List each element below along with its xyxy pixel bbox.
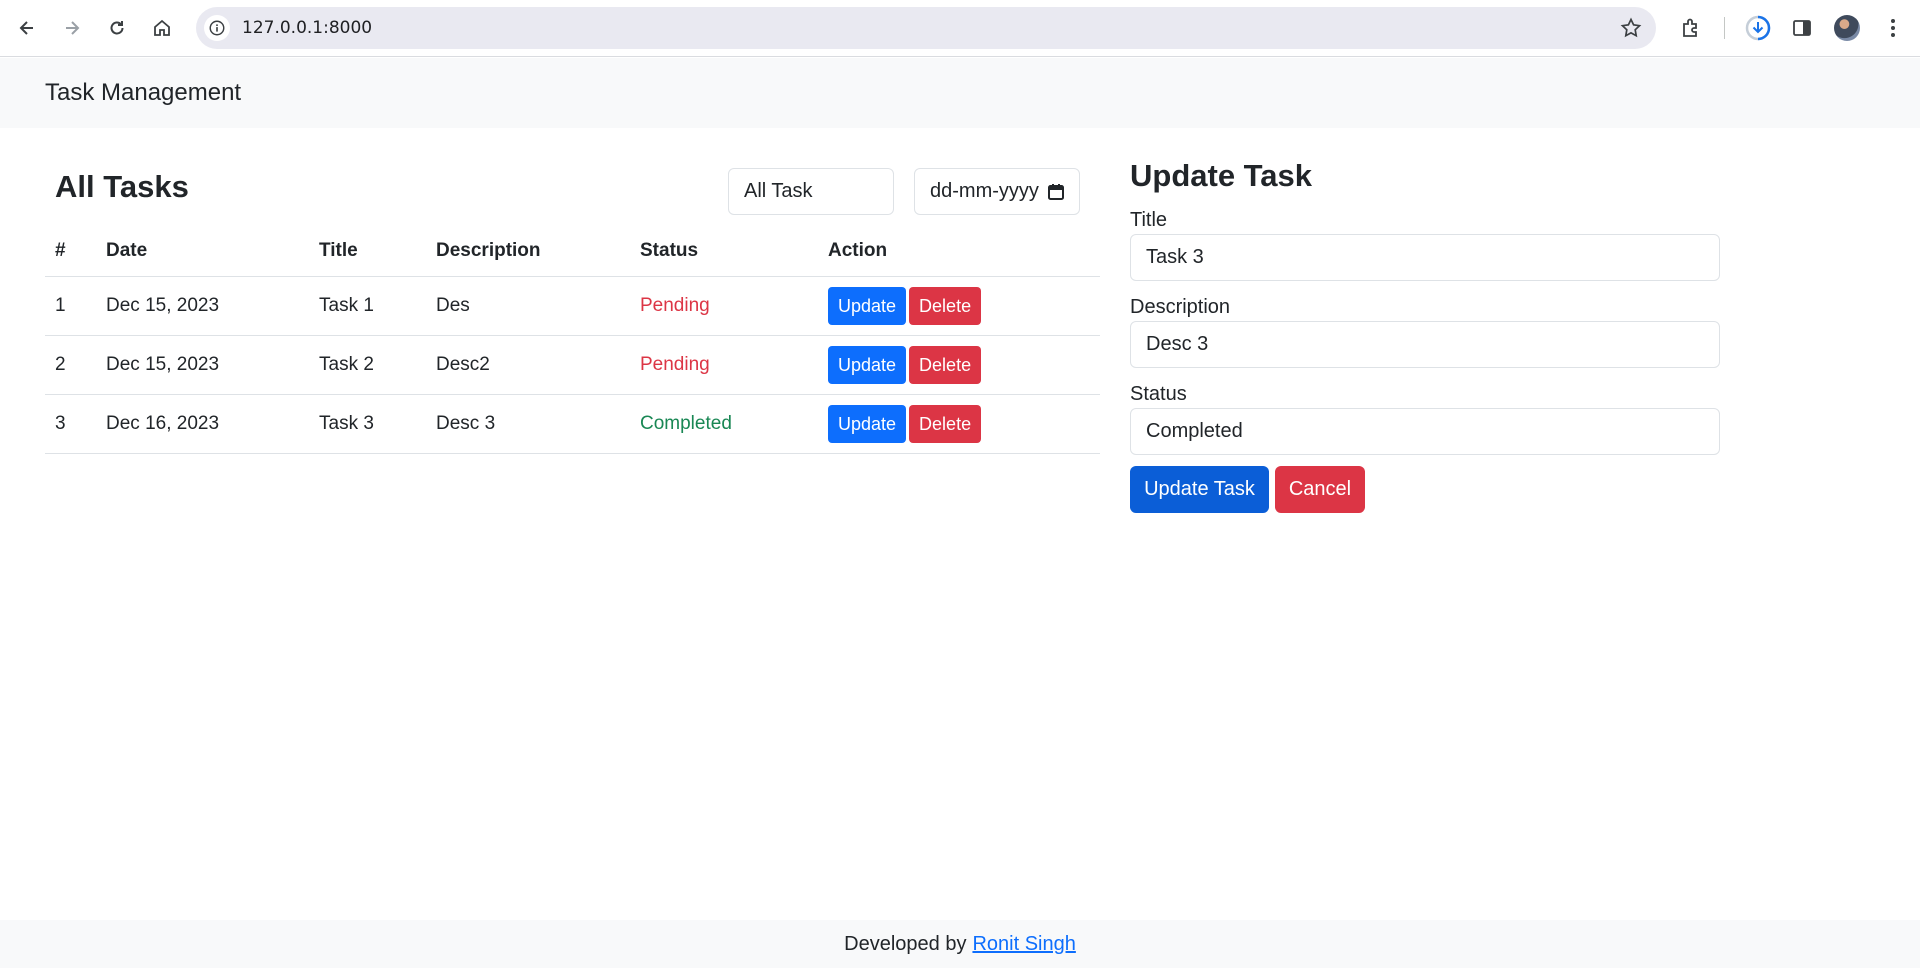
- task-actions: Update Delete: [818, 394, 1100, 454]
- status-select-value: Completed: [1146, 420, 1243, 442]
- date-filter-placeholder: dd-mm-yyyy: [930, 180, 1039, 202]
- task-title: Task 1: [309, 276, 426, 336]
- cancel-button-label: Cancel: [1288, 478, 1352, 500]
- navbar-brand[interactable]: Task Management: [45, 79, 241, 107]
- table-row: 1 Dec 15, 2023 Task 1 Des Pending Update…: [45, 276, 1100, 336]
- table-row: 2 Dec 15, 2023 Task 2 Desc2 Pending Upda…: [45, 335, 1100, 395]
- extensions-icon[interactable]: [1677, 14, 1705, 42]
- tasks-table: # Date Title Description Status Action 1…: [45, 226, 1100, 454]
- site-info-icon[interactable]: [204, 15, 230, 41]
- home-icon[interactable]: [146, 12, 178, 44]
- task-status: Pending: [630, 335, 818, 395]
- task-description: Desc2: [426, 335, 630, 395]
- profile-avatar[interactable]: [1834, 15, 1860, 41]
- task-number: 2: [45, 335, 96, 395]
- status-filter-select[interactable]: All Task: [728, 168, 894, 215]
- delete-task-button[interactable]: Delete: [909, 345, 982, 384]
- title-input[interactable]: Task 3: [1130, 234, 1720, 281]
- description-label: Description: [1130, 296, 1231, 318]
- address-bar[interactable]: 127.0.0.1:8000: [196, 7, 1656, 49]
- menu-kebab-icon[interactable]: [1879, 14, 1907, 42]
- task-number: 3: [45, 394, 96, 454]
- task-actions: Update Delete: [818, 276, 1100, 336]
- task-title: Task 2: [309, 335, 426, 395]
- update-task-button[interactable]: Update: [828, 404, 907, 443]
- page-footer: Developed by Ronit Singh: [0, 920, 1920, 968]
- task-actions: Update Delete: [818, 335, 1100, 395]
- task-description: Des: [426, 276, 630, 336]
- task-status: Completed: [630, 394, 818, 454]
- task-description: Desc 3: [426, 394, 630, 454]
- column-header-status: Status: [630, 226, 818, 277]
- column-header-title: Title: [309, 226, 426, 277]
- date-filter-input[interactable]: dd-mm-yyyy: [914, 168, 1080, 215]
- task-date: Dec 16, 2023: [96, 394, 309, 454]
- update-task-heading: Update Task: [1130, 158, 1313, 193]
- reload-icon[interactable]: [101, 12, 133, 44]
- app-navbar: Task Management: [0, 58, 1920, 128]
- bookmark-star-icon[interactable]: [1620, 17, 1642, 39]
- task-title: Task 3: [309, 394, 426, 454]
- update-task-button[interactable]: Update: [828, 345, 907, 384]
- description-input[interactable]: Desc 3: [1130, 321, 1720, 368]
- back-icon[interactable]: [11, 12, 43, 44]
- url-text: 127.0.0.1:8000: [242, 18, 373, 38]
- footer-text: Developed by: [844, 932, 967, 955]
- all-tasks-heading: All Tasks: [55, 169, 189, 204]
- table-row: 3 Dec 16, 2023 Task 3 Desc 3 Completed U…: [45, 394, 1100, 454]
- description-input-value: Desc 3: [1146, 333, 1209, 355]
- column-header-number: #: [45, 226, 96, 277]
- column-header-date: Date: [96, 226, 309, 277]
- calendar-icon[interactable]: [1047, 183, 1065, 201]
- task-date: Dec 15, 2023: [96, 335, 309, 395]
- browser-toolbar: 127.0.0.1:8000: [0, 0, 1920, 57]
- update-task-submit-label: Update Task: [1144, 478, 1255, 500]
- title-label: Title: [1130, 209, 1168, 231]
- title-input-value: Task 3: [1146, 246, 1204, 268]
- table-header-row: # Date Title Description Status Action: [45, 226, 1100, 277]
- task-status: Pending: [630, 276, 818, 336]
- task-date: Dec 15, 2023: [96, 276, 309, 336]
- status-filter-value: All Task: [744, 180, 813, 202]
- column-header-action: Action: [818, 226, 1100, 277]
- cancel-button[interactable]: Cancel: [1275, 466, 1365, 513]
- author-link[interactable]: Ronit Singh: [972, 933, 1075, 956]
- delete-task-button[interactable]: Delete: [909, 404, 982, 443]
- update-task-button[interactable]: Update: [828, 286, 907, 325]
- status-label: Status: [1130, 383, 1187, 405]
- update-task-submit-button[interactable]: Update Task: [1130, 466, 1269, 513]
- column-header-description: Description: [426, 226, 630, 277]
- delete-task-button[interactable]: Delete: [909, 286, 982, 325]
- toolbar-divider: [1724, 17, 1725, 39]
- download-icon[interactable]: [1744, 14, 1772, 42]
- task-number: 1: [45, 276, 96, 336]
- status-select[interactable]: Completed: [1130, 408, 1720, 455]
- side-panel-icon[interactable]: [1788, 14, 1816, 42]
- forward-icon[interactable]: [56, 12, 88, 44]
